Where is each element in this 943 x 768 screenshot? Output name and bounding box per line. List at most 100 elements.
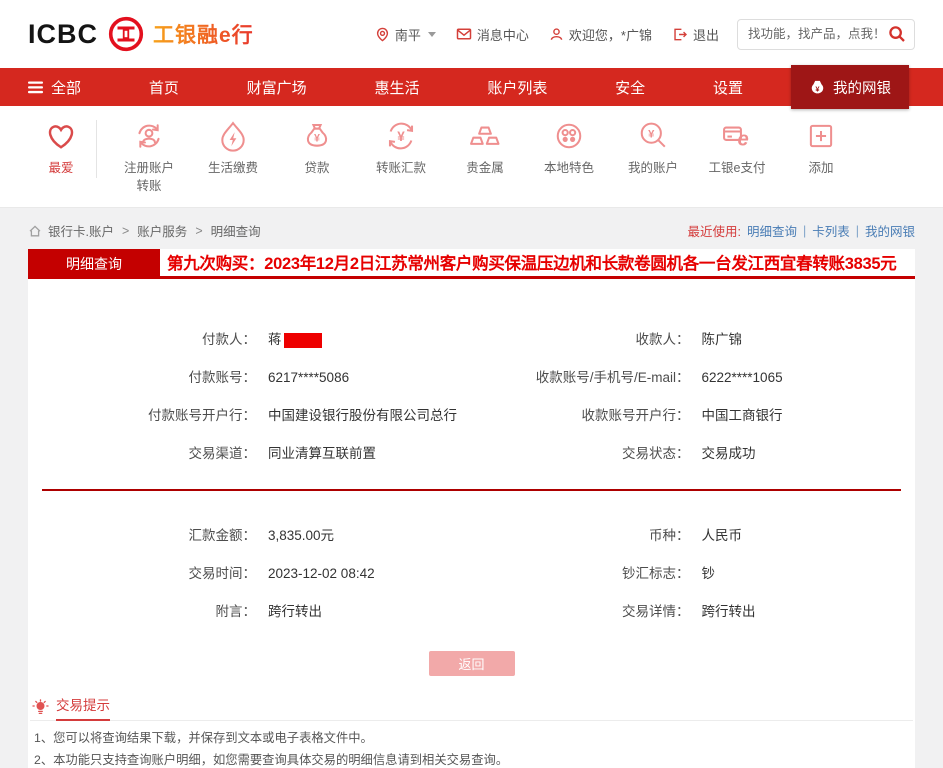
nav-item-accounts[interactable]: 账户列表 [487,77,547,98]
quick-label: 注册账户转账 [123,161,174,194]
nav-all-label: 全部 [51,79,82,97]
tips-title: 交易提示 [56,694,110,722]
button-row: 返回 [28,651,915,677]
tab-detail-query[interactable]: 明细查询 [28,249,160,277]
nav-items: 全部 首页 财富广场 惠生活 账户列表 安全 设置 [28,77,743,98]
heart-icon [28,118,94,154]
field-label: 交易时间： [188,566,257,582]
recent-link-card-list[interactable]: 卡列表 [812,221,850,240]
field-label: 收款账号/手机号/E-mail： [535,370,690,386]
amount-value: 3,835.00元 [268,528,335,544]
field-label: 付款账号开户行： [148,408,256,424]
search-input[interactable] [748,27,888,41]
account-search-icon: ¥ [611,118,695,154]
quick-item-local-feature[interactable]: 本地特色 [527,118,611,195]
transaction-details: 付款人： 蒋 收款人： 陈广锦 付款账号： 6217****5086 收款账号/… [28,279,915,768]
nav-item-home[interactable]: 首页 [149,77,179,98]
back-button[interactable]: 返回 [428,651,515,677]
cash-flag-value: 钞 [701,566,716,582]
field-label: 钞汇标志： [622,566,690,582]
location-selector[interactable]: 南平 [375,25,436,44]
message-center-link[interactable]: 消息中心 [456,25,529,44]
recent-used: 最近使用: 明细查询 | 卡列表 | 我的网银 [687,221,915,240]
transaction-time-value: 2023-12-02 08:42 [268,566,375,582]
field-label: 收款账号开户行： [581,408,690,424]
detail-panel: 明细查询 第九次购买：2023年12月2日江苏常州客户购买保温压边机和长款卷圆机… [28,249,915,768]
payee-account-value: 6222****1065 [701,370,783,386]
message-center-label: 消息中心 [476,27,529,43]
transfer-remit-icon: ¥ [359,118,443,154]
add-plus-icon [779,118,863,154]
field-label: 附言： [215,604,257,620]
person-icon [549,27,564,42]
quick-label: 转账汇款 [375,161,426,175]
quick-item-my-account[interactable]: ¥ 我的账户 [611,118,695,195]
detail-row-banks: 付款账号开户行： 中国建设银行股份有限公司总行 收款账号开户行： 中国工商银行 [28,407,915,425]
nav-my-bank-tab[interactable]: ¥ 我的网银 [791,65,909,109]
quick-item-register-transfer[interactable]: 注册账户转账 [107,118,191,195]
status-value: 交易成功 [701,446,756,462]
field-label: 交易详情： [622,604,690,620]
icbc-logo-text: ICBC [28,18,98,49]
field-label: 汇款金额： [188,528,257,544]
location-label: 南平 [394,27,421,43]
nav-item-wealth[interactable]: 财富广场 [247,77,307,98]
quick-label: 贷款 [304,161,330,175]
search-icon[interactable] [888,25,906,43]
logout-label: 退出 [692,27,719,43]
payer-bank-value: 中国建设银行股份有限公司总行 [268,408,457,424]
quick-item-transfer-remit[interactable]: ¥ 转账汇款 [359,118,443,195]
payer-name-value: 蒋 [268,331,322,349]
quick-label: 最爱 [48,161,74,175]
breadcrumb-item[interactable]: 银行卡.账户 [48,221,114,240]
transaction-detail-value: 跨行转出 [701,604,756,620]
nav-label: 首页 [148,79,179,97]
link-separator: | [802,223,807,238]
quick-access-bar: 最爱 注册账户转账 生活缴费 ¥ 贷款 ¥ 转账汇款 贵金属 本地特色 ¥ 我的… [0,106,943,209]
recent-link-detail-query[interactable]: 明细查询 [747,221,797,240]
recent-link-my-bank[interactable]: 我的网银 [865,221,915,240]
nav-item-security[interactable]: 安全 [615,77,645,98]
nav-label: 账户列表 [487,79,548,97]
detail-row-time-flag: 交易时间： 2023-12-02 08:42 钞汇标志： 钞 [28,565,915,583]
loan-money-bag-icon: ¥ [275,118,359,154]
nav-label: 惠生活 [374,79,420,97]
quick-item-icbc-epay[interactable]: e 工银e支付 [695,118,779,195]
quick-item-loan[interactable]: ¥ 贷款 [275,118,359,195]
section-divider [42,489,901,492]
search-box[interactable] [737,18,915,50]
envelope-icon [456,26,472,42]
quick-item-precious-metal[interactable]: 贵金属 [443,118,527,195]
quick-item-life-payment[interactable]: 生活缴费 [191,118,275,195]
quick-item-favorite[interactable]: 最爱 [28,118,94,195]
field-label: 付款账号： [188,370,257,386]
field-label: 币种： [649,528,690,544]
epay-card-icon: e [695,118,779,154]
detail-row-channel-status: 交易渠道： 同业清算互联前置 交易状态： 交易成功 [28,445,915,463]
register-transfer-icon [107,118,191,154]
tips-header: 交易提示 [30,692,913,722]
icbc-logo: ICBC 工银融e行 [28,16,254,52]
home-icon [28,224,42,238]
field-label: 交易渠道： [188,446,257,462]
nav-item-settings[interactable]: 设置 [713,77,743,98]
hamburger-icon [28,81,44,94]
breadcrumb-separator: > [121,223,130,238]
logout-link[interactable]: 退出 [672,25,719,44]
detail-row-memo-detail: 附言： 跨行转出 交易详情： 跨行转出 [28,603,915,621]
payee-bank-value: 中国工商银行 [701,408,783,424]
nav-all-menu[interactable]: 全部 [28,77,81,98]
payer-name-text: 蒋 [268,332,282,348]
quick-label: 贵金属 [466,161,504,175]
local-feature-icon [527,118,611,154]
quick-label: 生活缴费 [207,161,258,175]
detail-row-amount-currency: 汇款金额： 3,835.00元 币种： 人民币 [28,527,915,545]
svg-text:e: e [738,129,749,151]
nav-item-life[interactable]: 惠生活 [374,77,419,98]
svg-text:¥: ¥ [648,129,655,141]
breadcrumb-item[interactable]: 账户服务 [137,221,187,240]
location-pin-icon [375,27,390,42]
welcome-user[interactable]: 欢迎您，*广锦 [549,25,652,44]
quick-item-add[interactable]: 添加 [779,118,863,195]
quick-label: 我的账户 [627,161,678,175]
